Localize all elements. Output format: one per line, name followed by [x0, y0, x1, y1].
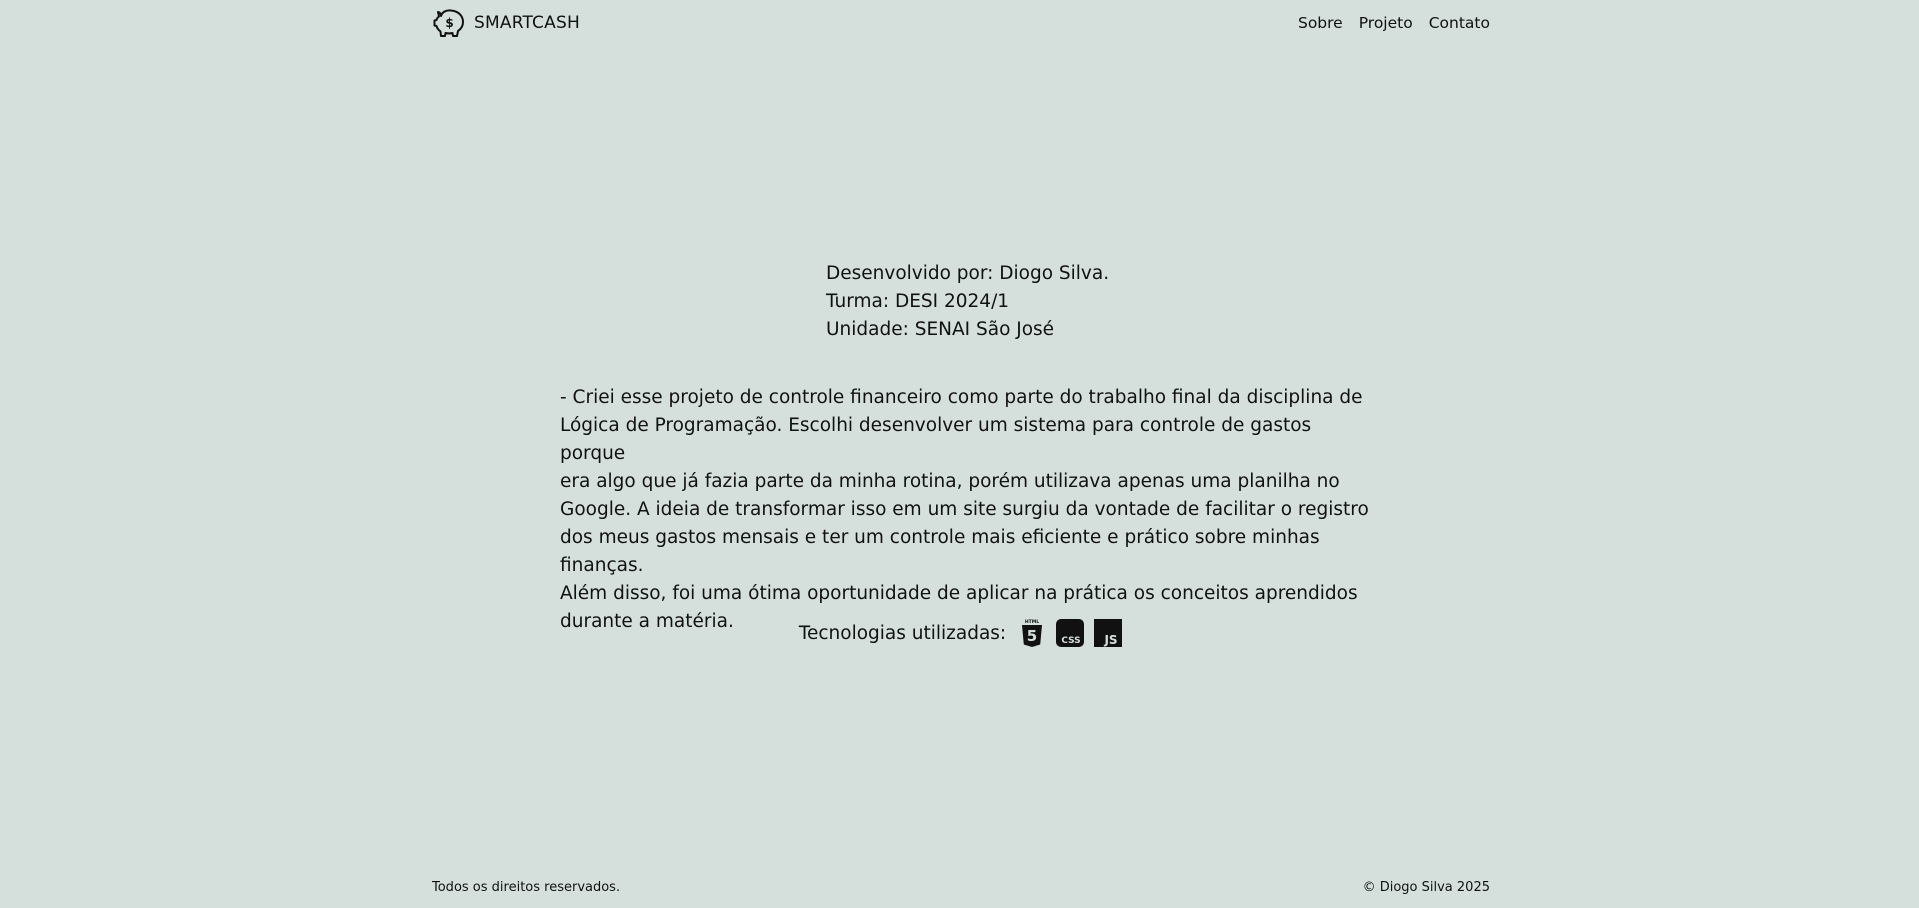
svg-text:5: 5	[1027, 627, 1037, 645]
description-line: Além disso, foi uma ótima oportunidade d…	[560, 583, 1358, 604]
svg-text:HTML: HTML	[1025, 619, 1039, 625]
description-line: Lógica de Programação. Escolhi desenvolv…	[560, 415, 1312, 464]
rights-text: Todos os direitos reservados.	[432, 880, 621, 895]
svg-text:$: $	[445, 16, 453, 30]
nav-link-contato[interactable]: Contato	[1429, 14, 1490, 32]
description-line: Google. A ideia de transformar isso em u…	[560, 499, 1369, 520]
site-header: $ SMARTCASH Sobre Projeto Contato	[432, 6, 1490, 40]
brand-link[interactable]: $ SMARTCASH	[432, 6, 580, 40]
svg-text:CSS: CSS	[1062, 636, 1081, 646]
svg-text:JS: JS	[1104, 633, 1118, 647]
brand-name: SMARTCASH	[474, 13, 580, 33]
main-nav: Sobre Projeto Contato	[1298, 14, 1490, 32]
technology-icons: HTML 5 CSS JS	[1018, 618, 1123, 648]
site-footer: Todos os direitos reservados. © Diogo Si…	[432, 880, 1490, 895]
unit-credit: Unidade: SENAI São José	[826, 319, 1055, 340]
class-credit: Turma: DESI 2024/1	[826, 291, 1010, 312]
copyright-text: © Diogo Silva 2025	[1362, 880, 1490, 895]
javascript-icon: JS	[1094, 619, 1123, 647]
description-line: - Criei esse projeto de controle finance…	[560, 387, 1363, 408]
technologies-row: Tecnologias utilizadas: HTML 5 CSS JS	[0, 618, 1919, 648]
description-line: era algo que já fazia parte da minha rot…	[560, 471, 1340, 492]
nav-link-projeto[interactable]: Projeto	[1359, 14, 1413, 32]
description-line: dos meus gastos mensais e ter um control…	[560, 527, 1320, 576]
css3-icon: CSS	[1056, 619, 1085, 647]
developer-credit: Desenvolvido por: Diogo Silva.	[826, 263, 1110, 284]
piggy-bank-dollar-icon: $	[433, 9, 464, 37]
credits-block: Desenvolvido por: Diogo Silva. Turma: DE…	[826, 260, 1109, 344]
html5-icon: HTML 5	[1022, 619, 1043, 647]
nav-link-sobre[interactable]: Sobre	[1298, 14, 1343, 32]
technologies-label: Tecnologias utilizadas:	[798, 622, 1007, 644]
project-description: - Criei esse projeto de controle finance…	[560, 384, 1380, 636]
